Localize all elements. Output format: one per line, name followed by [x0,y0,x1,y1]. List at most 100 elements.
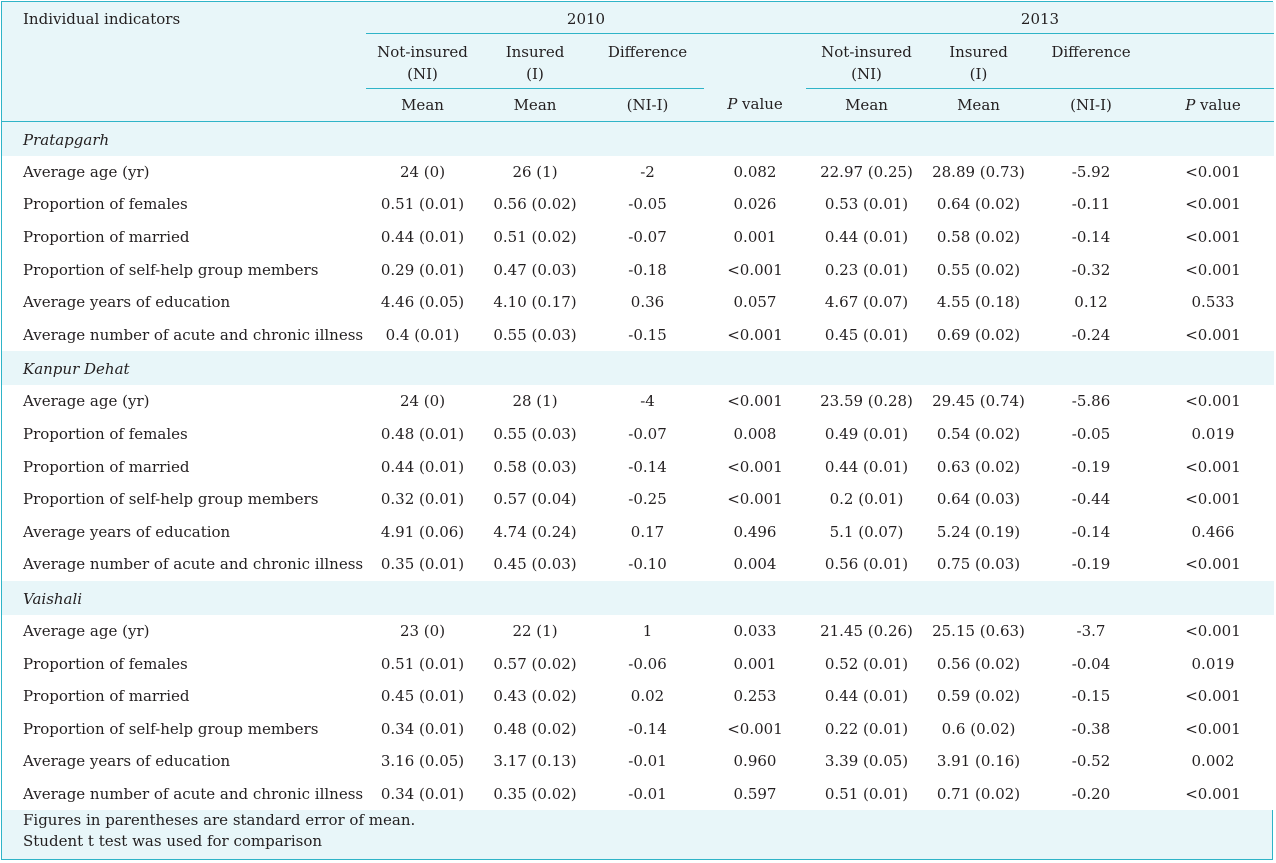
table-cell: <0.001 [1152,777,1274,811]
table-cell: -5.86 [1030,385,1152,418]
table-cell: 0.45 (0.03) [479,548,591,581]
table-cell: 0.12 [1030,285,1152,319]
table-cell: <0.001 [704,450,806,483]
indicator-label: Proportion of females [2,647,366,680]
p-value-header-2010: P value [704,88,806,122]
table-cell: <0.001 [1152,253,1274,286]
table-cell: -0.06 [591,647,704,680]
insured-header-2013: Insured (I) [927,33,1030,89]
table-cell: <0.001 [1152,318,1274,352]
table-cell: 0.44 (0.01) [806,220,927,254]
table-cell: 0.49 (0.01) [806,417,927,451]
table-cell: 0.56 (0.02) [479,188,591,221]
table-cell: 0.019 [1152,417,1274,451]
table-cell: -0.15 [1030,679,1152,713]
table-cell: 0.253 [704,679,806,713]
table-cell: 0.45 (0.01) [806,318,927,352]
table-cell: 0.43 (0.02) [479,679,591,713]
table-cell: 0.23 (0.01) [806,253,927,286]
table-cell: 0.17 [591,515,704,549]
table-cell: 0.75 (0.03) [927,548,1030,581]
table-cell: 0.44 (0.01) [806,679,927,713]
table-cell: <0.001 [1152,385,1274,418]
table-cell: 26 (1) [479,155,591,189]
table-cell: 0.57 (0.04) [479,482,591,516]
table-cell: <0.001 [1152,548,1274,581]
table-cell: 28.89 (0.73) [927,155,1030,189]
table-cell: 25.15 (0.63) [927,614,1030,648]
table-cell: 0.58 (0.02) [927,220,1030,254]
table-cell: 0.026 [704,188,806,221]
table-cell: 3.91 (0.16) [927,745,1030,778]
indicator-label: Average age (yr) [2,614,366,648]
table-cell: -0.10 [591,548,704,581]
table-cell: <0.001 [1152,450,1274,483]
table-cell: 0.4 (0.01) [366,318,479,352]
table-cell: -0.04 [1030,647,1152,680]
table-cell: 0.2 (0.01) [806,482,927,516]
table-cell: -0.14 [1030,515,1152,549]
table-cell: 23.59 (0.28) [806,385,927,418]
table-cell: -0.01 [591,777,704,811]
table-cell: 5.1 (0.07) [806,515,927,549]
table-row: Average age (yr) 24 (0) 26 (1) -2 0.082 22.97… [2,155,1274,189]
table-row: Proportion of married 0.44 (0.01) 0.58 (0.… [2,450,1274,483]
not-insured-header-2010: Not-insured (NI) [366,33,479,89]
table-cell: -0.15 [591,318,704,352]
table-cell: 0.52 (0.01) [806,647,927,680]
table-row: Average number of acute and chronic illn… [2,318,1274,352]
table-cell: 0.55 (0.03) [479,417,591,451]
table-cell: 0.496 [704,515,806,549]
table-cell: -4 [591,385,704,418]
table-cell: 22.97 (0.25) [806,155,927,189]
table-cell: 4.55 (0.18) [927,285,1030,319]
p-value-header-2013: P value [1152,88,1274,122]
table-cell: -0.20 [1030,777,1152,811]
section-row-pratapgarh: Pratapgarh [2,121,1274,156]
indicator-label: Average number of acute and chronic illn… [2,318,366,352]
table-cell: 4.74 (0.24) [479,515,591,549]
table-cell: -0.05 [1030,417,1152,451]
table-row: Average age (yr) 23 (0) 22 (1) 1 0.033 21.45 … [2,614,1274,648]
table-cell: -0.05 [591,188,704,221]
indicator-label: Average age (yr) [2,385,366,418]
section-title: Vaishali [2,580,1274,615]
indicator-label: Proportion of self-help group members [2,253,366,286]
table-cell: 0.57 (0.02) [479,647,591,680]
diff-formula-header-2013: (NI-I) [1030,88,1152,122]
indicator-label: Proportion of females [2,417,366,451]
table-cell: -0.07 [591,220,704,254]
table-cell: 0.59 (0.02) [927,679,1030,713]
table-cell: -0.18 [591,253,704,286]
table-cell: 0.22 (0.01) [806,712,927,745]
table-cell: 28 (1) [479,385,591,418]
mean-header-i-2013: Mean [927,88,1030,122]
indicator-label: Proportion of self-help group members [2,712,366,745]
table-row: Average number of acute and chronic illn… [2,548,1274,581]
mean-header-ni-2010: Mean [366,88,479,122]
table-cell: -0.44 [1030,482,1152,516]
table-cell: 0.34 (0.01) [366,777,479,811]
indicator-label: Average number of acute and chronic illn… [2,777,366,811]
table-cell: -0.25 [591,482,704,516]
table-cell: <0.001 [704,482,806,516]
indicator-label: Average years of education [2,515,366,549]
mean-header-i-2010: Mean [479,88,591,122]
table-cell: 0.001 [704,647,806,680]
table-cell: 3.39 (0.05) [806,745,927,778]
table-cell: <0.001 [1152,220,1274,254]
difference-header-2013: Difference [1030,33,1152,89]
table-cell: -0.32 [1030,253,1152,286]
table-cell: 0.033 [704,614,806,648]
table-cell: 29.45 (0.74) [927,385,1030,418]
table-cell: 0.001 [704,220,806,254]
table-cell: 0.53 (0.01) [806,188,927,221]
table-cell: 0.004 [704,548,806,581]
table-cell: -0.11 [1030,188,1152,221]
indicator-label: Proportion of married [2,450,366,483]
table-cell: 0.48 (0.01) [366,417,479,451]
table-cell: -5.92 [1030,155,1152,189]
year-2010-header: 2010 [366,2,806,34]
table-cell: 0.29 (0.01) [366,253,479,286]
table-cell: 4.10 (0.17) [479,285,591,319]
